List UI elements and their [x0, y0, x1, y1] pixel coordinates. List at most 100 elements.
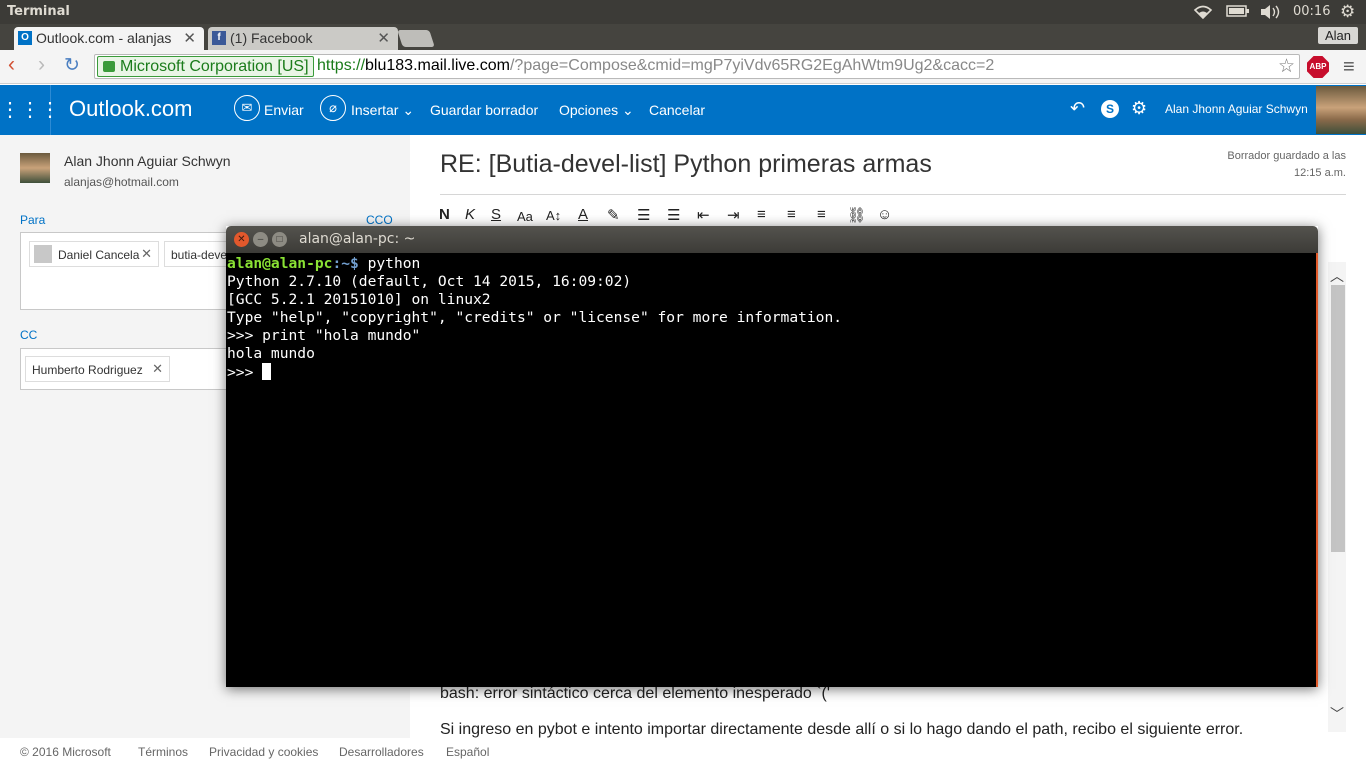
- scroll-up-icon[interactable]: ︿: [1330, 266, 1344, 286]
- sender-email: alanjas@hotmail.com: [64, 175, 179, 189]
- terminal-line: >>> print "hola mundo": [227, 327, 421, 344]
- align-center-icon[interactable]: ≡: [787, 206, 796, 223]
- profile-button[interactable]: Alan: [1317, 27, 1358, 44]
- terminal-line: Type "help", "copyright", "credits" or "…: [227, 309, 843, 326]
- header-avatar[interactable]: [1316, 86, 1366, 134]
- outlook-brand[interactable]: Outlook.com: [69, 96, 193, 122]
- body-line[interactable]: bash: error sintáctico cerca del element…: [440, 685, 830, 703]
- app-launcher-icon[interactable]: ⋮⋮⋮: [0, 85, 60, 135]
- terminal-line: Python 2.7.10 (default, Oct 14 2015, 16:…: [227, 273, 632, 290]
- url-text[interactable]: https://blu183.mail.live.com/?page=Compo…: [317, 57, 994, 75]
- close-window-icon[interactable]: ✕: [234, 232, 249, 247]
- forward-icon[interactable]: ›: [38, 53, 45, 77]
- url-path: /?page=Compose&cmid=mgP7yiVdv65RG2EgAhWt…: [509, 57, 995, 74]
- underline-icon[interactable]: S: [491, 206, 501, 223]
- body-line[interactable]: Si ingreso en pybot e intento importar d…: [440, 721, 1243, 739]
- to-label[interactable]: Para: [20, 213, 45, 227]
- footer-link-terms[interactable]: Términos: [138, 745, 188, 759]
- recipient-chip[interactable]: Humberto Rodriguez ✕: [25, 356, 170, 382]
- recipient-name: Daniel Cancela: [58, 248, 140, 262]
- facebook-favicon-icon: f: [212, 31, 226, 45]
- font-size-icon[interactable]: Aa: [517, 209, 533, 224]
- save-draft-button[interactable]: Guardar borrador: [430, 102, 538, 118]
- recipient-chip[interactable]: Daniel Cancela ✕: [29, 241, 159, 267]
- font-color-icon[interactable]: A: [578, 206, 588, 223]
- skype-icon[interactable]: S: [1101, 100, 1119, 118]
- draft-saved-status: Borrador guardado a las 12:15 a.m.: [1190, 148, 1346, 182]
- wifi-icon[interactable]: [1193, 4, 1213, 24]
- url-host: blu183.mail.live.com: [365, 57, 510, 74]
- terminal-output[interactable]: alan@alan-pc:~$ python Python 2.7.10 (def…: [226, 253, 1318, 687]
- tab-outlook[interactable]: O Outlook.com - alanjas ✕: [14, 27, 204, 50]
- link-icon[interactable]: ⛓: [847, 206, 866, 224]
- body-scrollbar-thumb[interactable]: [1331, 285, 1345, 552]
- terminal-line: hola mundo: [227, 345, 315, 362]
- bold-icon[interactable]: N: [439, 206, 450, 223]
- new-tab-button[interactable]: [397, 30, 435, 47]
- system-top-panel: Terminal 00:16 ⚙: [0, 0, 1366, 24]
- ev-cert-label: Microsoft Corporation [US]: [120, 58, 309, 75]
- close-tab-icon[interactable]: ✕: [183, 29, 196, 47]
- outlook-header: ⋮⋮⋮ Outlook.com ✉ Enviar ⌀ Insertar ⌄ Gu…: [0, 85, 1366, 135]
- header-user-name[interactable]: Alan Jhonn Aguiar Schwyn: [1165, 102, 1308, 116]
- browser-menu-icon[interactable]: ≡: [1343, 56, 1355, 79]
- terminal-input-line[interactable]: >>>: [227, 363, 1316, 382]
- repl-prompt: >>>: [227, 364, 263, 381]
- emoji-icon[interactable]: ☺: [877, 206, 892, 223]
- footer-link-privacy[interactable]: Privacidad y cookies: [209, 745, 318, 759]
- text-cursor: [262, 363, 272, 380]
- indent-icon[interactable]: ⇥: [727, 206, 740, 224]
- undo-icon[interactable]: ↶: [1070, 98, 1085, 119]
- chevron-down-icon: ⌄: [622, 102, 634, 118]
- saved-time: 12:15 a.m.: [1294, 167, 1346, 179]
- terminal-window[interactable]: ✕ – □ alan@alan-pc: ~ alan@alan-pc:~$ py…: [226, 226, 1318, 687]
- align-right-icon[interactable]: ≡: [817, 206, 826, 223]
- send-button[interactable]: Enviar: [264, 102, 304, 118]
- bullet-list-icon[interactable]: ☰: [667, 206, 680, 224]
- subject-field[interactable]: RE: [Butia-devel-list] Python primeras a…: [440, 150, 932, 179]
- align-left-icon[interactable]: ≡: [757, 206, 766, 223]
- terminal-line: [GCC 5.2.1 20151010] on linux2: [227, 291, 491, 308]
- footer-link-developers[interactable]: Desarrolladores: [339, 745, 424, 759]
- footer-link-language[interactable]: Español: [446, 745, 489, 759]
- close-tab-icon[interactable]: ✕: [377, 29, 390, 47]
- lock-icon: [103, 61, 115, 72]
- terminal-command: python: [367, 255, 421, 272]
- battery-icon[interactable]: [1226, 4, 1250, 22]
- bookmark-star-icon[interactable]: ☆: [1278, 55, 1295, 78]
- ev-certificate-badge[interactable]: Microsoft Corporation [US]: [97, 56, 314, 77]
- outdent-icon[interactable]: ⇤: [697, 206, 710, 224]
- send-icon[interactable]: ✉: [234, 95, 260, 121]
- cancel-button[interactable]: Cancelar: [649, 102, 705, 118]
- remove-recipient-icon[interactable]: ✕: [141, 246, 152, 262]
- tab-label: Outlook.com - alanjas: [36, 30, 172, 46]
- adblock-plus-icon[interactable]: ABP: [1307, 56, 1329, 78]
- insert-button[interactable]: Insertar ⌄: [351, 102, 414, 119]
- scroll-down-icon[interactable]: ﹀: [1330, 704, 1344, 724]
- back-icon[interactable]: ‹: [8, 53, 15, 77]
- highlight-icon[interactable]: ✎: [607, 206, 620, 224]
- outlook-favicon-icon: O: [18, 31, 32, 45]
- settings-gear-icon[interactable]: ⚙: [1131, 98, 1147, 119]
- terminal-titlebar[interactable]: ✕ – □ alan@alan-pc: ~: [226, 226, 1318, 253]
- grow-font-icon[interactable]: A↕: [546, 208, 561, 223]
- options-button[interactable]: Opciones ⌄: [559, 102, 634, 119]
- sender-avatar: [20, 153, 50, 183]
- cco-link[interactable]: CCO: [366, 213, 393, 227]
- italic-icon[interactable]: K: [465, 206, 475, 223]
- subject-divider: [440, 194, 1346, 195]
- minimize-window-icon[interactable]: –: [253, 232, 268, 247]
- cc-label[interactable]: CC: [20, 328, 37, 342]
- numbered-list-icon[interactable]: ☰: [637, 206, 650, 224]
- system-gear-icon[interactable]: ⚙: [1340, 2, 1355, 22]
- reload-icon[interactable]: ↻: [64, 54, 80, 77]
- remove-recipient-icon[interactable]: ✕: [152, 361, 163, 377]
- volume-icon[interactable]: [1259, 4, 1281, 24]
- tab-facebook[interactable]: f (1) Facebook ✕: [208, 27, 398, 50]
- saved-line: Borrador guardado a las: [1227, 150, 1346, 162]
- maximize-window-icon[interactable]: □: [272, 232, 287, 247]
- page-footer: © 2016 Microsoft Términos Privacidad y c…: [0, 738, 1366, 768]
- address-bar[interactable]: Microsoft Corporation [US] https://blu18…: [94, 54, 1300, 79]
- clock[interactable]: 00:16: [1293, 4, 1330, 19]
- attach-icon[interactable]: ⌀: [320, 95, 346, 121]
